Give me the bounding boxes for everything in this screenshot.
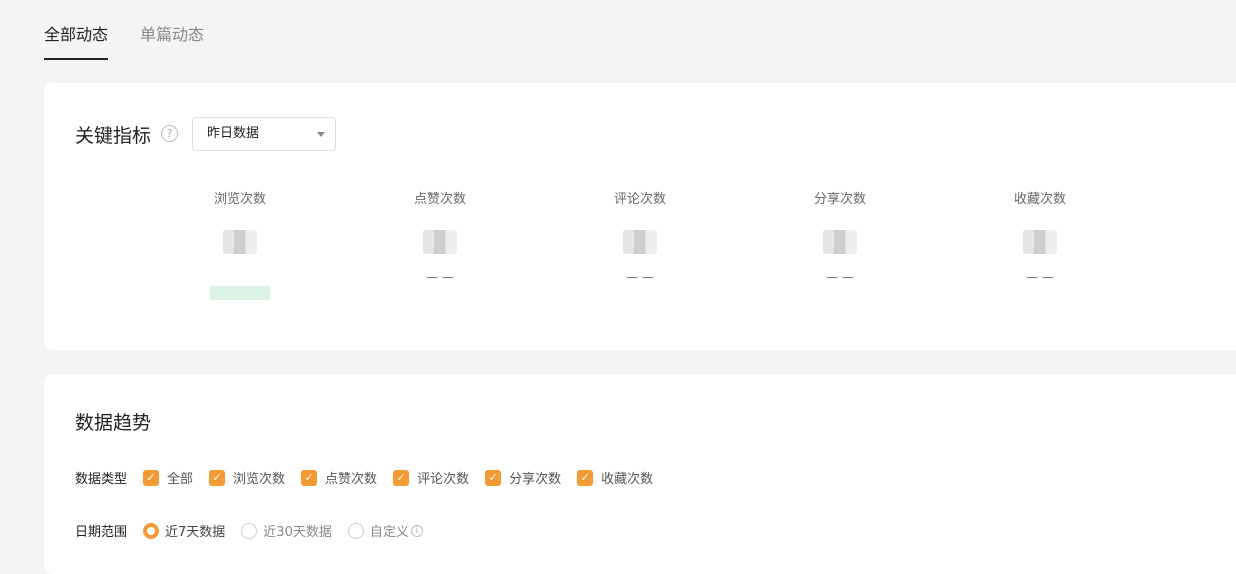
metric-label: 评论次数	[613, 192, 666, 207]
metric-likes: 点赞次数 — —	[340, 191, 540, 284]
metric-label: 分享次数	[813, 192, 866, 207]
tab-bar: 全部动态 单篇动态	[44, 22, 236, 60]
question-circle-icon[interactable]: ?	[161, 125, 178, 142]
tab-all-activity[interactable]: 全部动态	[44, 22, 109, 60]
checkmark-icon: ✓	[301, 469, 318, 486]
checkbox-label: 评论次数	[417, 472, 470, 487]
checkbox-label: 浏览次数	[233, 472, 286, 487]
data-type-row: 数据类型 ✓ 全部 ✓ 浏览次数 ✓ 点赞次数 ✓ 评论次数 ✓ 分享次数 ✓ …	[75, 468, 669, 487]
radio-custom[interactable]: 自定义 i	[347, 521, 423, 540]
caret-down-icon	[317, 132, 325, 137]
checkbox-views[interactable]: ✓ 浏览次数	[209, 468, 285, 487]
checkbox-likes[interactable]: ✓ 点赞次数	[301, 468, 377, 487]
radio-7-days[interactable]: 近7天数据	[143, 521, 225, 540]
data-trend-title: 数据趋势	[75, 412, 152, 434]
radio-unchecked-icon	[347, 522, 364, 539]
metric-change: — —	[1026, 270, 1054, 284]
checkbox-favorites[interactable]: ✓ 收藏次数	[577, 468, 653, 487]
metrics-row: 浏览次数 点赞次数 — — 评论次数 — — 分享次数 — — 收藏次数 — —	[140, 191, 1140, 300]
checkmark-icon: ✓	[393, 469, 410, 486]
radio-label: 近30天数据	[263, 525, 332, 540]
checkbox-all[interactable]: ✓ 全部	[143, 468, 193, 487]
date-select[interactable]: 昨日数据	[192, 117, 336, 151]
checkmark-icon: ✓	[577, 469, 594, 486]
checkmark-icon: ✓	[143, 469, 160, 486]
date-range-row: 日期范围 近7天数据 近30天数据 自定义 i	[75, 521, 439, 540]
metric-value-blurred	[1023, 230, 1057, 254]
metric-label: 点赞次数	[413, 192, 466, 207]
checkmark-icon: ✓	[209, 469, 226, 486]
metric-value-blurred	[223, 230, 257, 254]
metric-change: — —	[426, 270, 454, 284]
metric-label: 浏览次数	[213, 192, 266, 207]
data-trend-card: 数据趋势 数据类型 ✓ 全部 ✓ 浏览次数 ✓ 点赞次数 ✓ 评论次数 ✓ 分享…	[44, 374, 1236, 574]
checkbox-label: 点赞次数	[325, 472, 378, 487]
date-range-label: 日期范围	[75, 525, 128, 540]
radio-unchecked-icon	[241, 522, 258, 539]
radio-label: 近7天数据	[165, 525, 226, 540]
radio-checked-icon	[143, 522, 160, 539]
checkbox-shares[interactable]: ✓ 分享次数	[485, 468, 561, 487]
metric-label: 收藏次数	[1013, 192, 1066, 207]
info-icon[interactable]: i	[410, 524, 423, 537]
metric-value-blurred	[623, 230, 657, 254]
metric-value-blurred	[823, 230, 857, 254]
metric-favorites: 收藏次数 — —	[940, 191, 1140, 284]
key-metrics-card: 关键指标 ? 昨日数据 浏览次数 点赞次数 — — 评论次数 — — 分享次数 …	[44, 83, 1236, 350]
key-metrics-title: 关键指标	[75, 125, 152, 147]
checkbox-label: 收藏次数	[601, 472, 654, 487]
metric-change: — —	[626, 270, 654, 284]
checkbox-comments[interactable]: ✓ 评论次数	[393, 468, 469, 487]
tab-single-activity[interactable]: 单篇动态	[140, 22, 204, 60]
checkbox-label: 全部	[167, 472, 194, 487]
metric-value-blurred	[423, 230, 457, 254]
date-select-value: 昨日数据	[207, 126, 260, 141]
metric-change: — —	[826, 270, 854, 284]
checkbox-label: 分享次数	[509, 472, 562, 487]
metric-change-blurred	[210, 286, 270, 300]
metric-shares: 分享次数 — —	[740, 191, 940, 284]
metric-comments: 评论次数 — —	[540, 191, 740, 284]
checkmark-icon: ✓	[485, 469, 502, 486]
data-type-label: 数据类型	[75, 472, 128, 487]
radio-30-days[interactable]: 近30天数据	[241, 521, 332, 540]
metric-views: 浏览次数	[140, 191, 340, 300]
radio-label: 自定义	[369, 525, 409, 540]
